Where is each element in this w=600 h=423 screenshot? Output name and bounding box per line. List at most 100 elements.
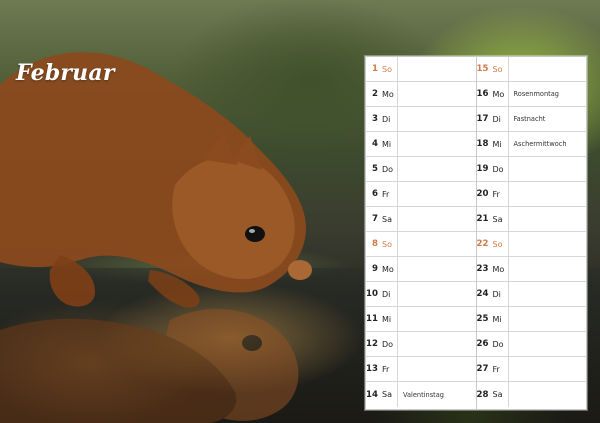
weekday: Mi: [492, 314, 502, 324]
day-note: Rosenmontag: [513, 90, 559, 98]
row-divider: [397, 332, 398, 356]
weekday: Do: [382, 339, 394, 349]
row-divider: [507, 332, 509, 356]
weekday: So: [492, 64, 503, 74]
calendar-day-row: 10 Di: [366, 282, 476, 307]
day-number: 23: [476, 264, 489, 274]
day-number: 16: [476, 89, 489, 99]
weekday: Fr: [492, 189, 500, 199]
day-number: 24: [476, 289, 489, 299]
row-divider: [397, 257, 398, 281]
calendar-day-row: 22 So: [476, 232, 586, 257]
day-number: 2: [372, 89, 378, 99]
calendar-day-row: 24 Di: [476, 282, 586, 307]
day-number: 27: [476, 364, 489, 374]
weekday: So: [382, 64, 392, 74]
row-divider: [507, 257, 509, 281]
calendar-day-row: 5 Do: [366, 157, 476, 182]
row-divider: [507, 357, 509, 381]
row-divider: [397, 57, 398, 81]
row-divider: [507, 282, 509, 306]
day-number: 17: [476, 114, 489, 124]
day-number: 19: [476, 164, 489, 174]
month-title: Februar: [16, 60, 115, 86]
calendar-day-row: 12 Do: [366, 332, 476, 357]
weekday: Di: [492, 289, 501, 299]
calendar-day-row: 27 Fr: [476, 357, 586, 382]
weekday: Fr: [382, 364, 390, 374]
calendar-day-row: 6 Fr: [366, 182, 476, 207]
calendar-day-row: 26 Do: [476, 332, 586, 357]
calendar-day-row: 13 Fr: [366, 357, 476, 382]
calendar-day-row: 20 Fr: [476, 182, 586, 207]
row-divider: [397, 157, 398, 181]
day-number: 15: [476, 64, 489, 74]
weekday: Fr: [492, 364, 500, 374]
day-number: 3: [372, 114, 378, 124]
row-divider: [507, 232, 509, 256]
weekday: Di: [382, 114, 391, 124]
day-number: 28: [476, 389, 489, 400]
day-number: 26: [476, 339, 489, 349]
weekday: Mo: [382, 89, 394, 99]
calendar-day-row: 19 Do: [476, 157, 586, 182]
day-number: 1: [372, 64, 378, 74]
day-number: 6: [372, 189, 378, 199]
row-divider: [397, 132, 398, 156]
calendar-day-row: 7 Sa: [366, 207, 476, 232]
weekday: Do: [492, 339, 504, 349]
day-number: 4: [372, 139, 378, 149]
calendar-day-row: 9 Mo: [366, 257, 476, 282]
calendar-day-row: 18 Mi Aschermittwoch: [476, 132, 586, 157]
weekday: Sa: [382, 214, 392, 224]
weekday: Di: [382, 289, 391, 299]
row-divider: [397, 207, 398, 231]
day-note: Valentinstag: [403, 390, 444, 399]
day-number: 12: [366, 339, 378, 349]
calendar-day-row: 17 Di Fastnacht: [476, 107, 586, 132]
day-number: 25: [476, 314, 489, 324]
row-divider: [397, 282, 398, 306]
calendar-day-row: 14 Sa Valentinstag: [366, 382, 476, 407]
weekday: Mi: [382, 139, 392, 149]
day-number: 21: [476, 214, 489, 224]
weekday: Sa: [492, 214, 503, 224]
row-divider: [397, 307, 398, 331]
day-number: 11: [366, 314, 378, 324]
row-divider: [507, 382, 509, 407]
weekday: Mi: [492, 139, 502, 149]
weekday: Mo: [382, 264, 394, 274]
row-divider: [507, 207, 509, 231]
weekday: Mi: [382, 314, 392, 324]
day-number: 13: [366, 364, 378, 374]
weekday: Do: [382, 164, 394, 174]
day-number: 20: [476, 189, 489, 199]
weekday: Do: [492, 164, 504, 174]
weekday: Sa: [492, 390, 503, 399]
weekday: Di: [492, 114, 501, 124]
calendar-column-left: 1 So 2 Mo 3 Di 4 Mi 5 Do 6 Fr 7 Sa 8 So …: [366, 57, 476, 409]
weekday: Mo: [492, 264, 505, 274]
weekday: So: [492, 239, 503, 249]
row-divider: [397, 107, 398, 131]
calendar-day-row: 2 Mo: [366, 82, 476, 107]
calendar-day-row: 21 Sa: [476, 207, 586, 232]
row-divider: [507, 182, 509, 206]
calendar-day-row: 11 Mi: [366, 307, 476, 332]
calendar-day-row: 4 Mi: [366, 132, 476, 157]
day-number: 10: [366, 289, 378, 299]
calendar-day-row: 3 Di: [366, 107, 476, 132]
calendar-day-row: 23 Mo: [476, 257, 586, 282]
row-divider: [397, 82, 398, 106]
row-divider: [507, 307, 509, 331]
weekday: Sa: [382, 390, 392, 399]
day-number: 5: [372, 164, 378, 174]
day-note: Fastnacht: [513, 115, 546, 123]
calendar-day-row: 1 So: [366, 57, 476, 82]
weekday: So: [382, 239, 392, 249]
day-number: 18: [476, 139, 489, 149]
day-note: Aschermittwoch: [513, 140, 567, 148]
day-number: 22: [476, 239, 489, 249]
calendar-day-row: 16 Mo Rosenmontag: [476, 82, 586, 107]
weekday: Fr: [382, 189, 390, 199]
